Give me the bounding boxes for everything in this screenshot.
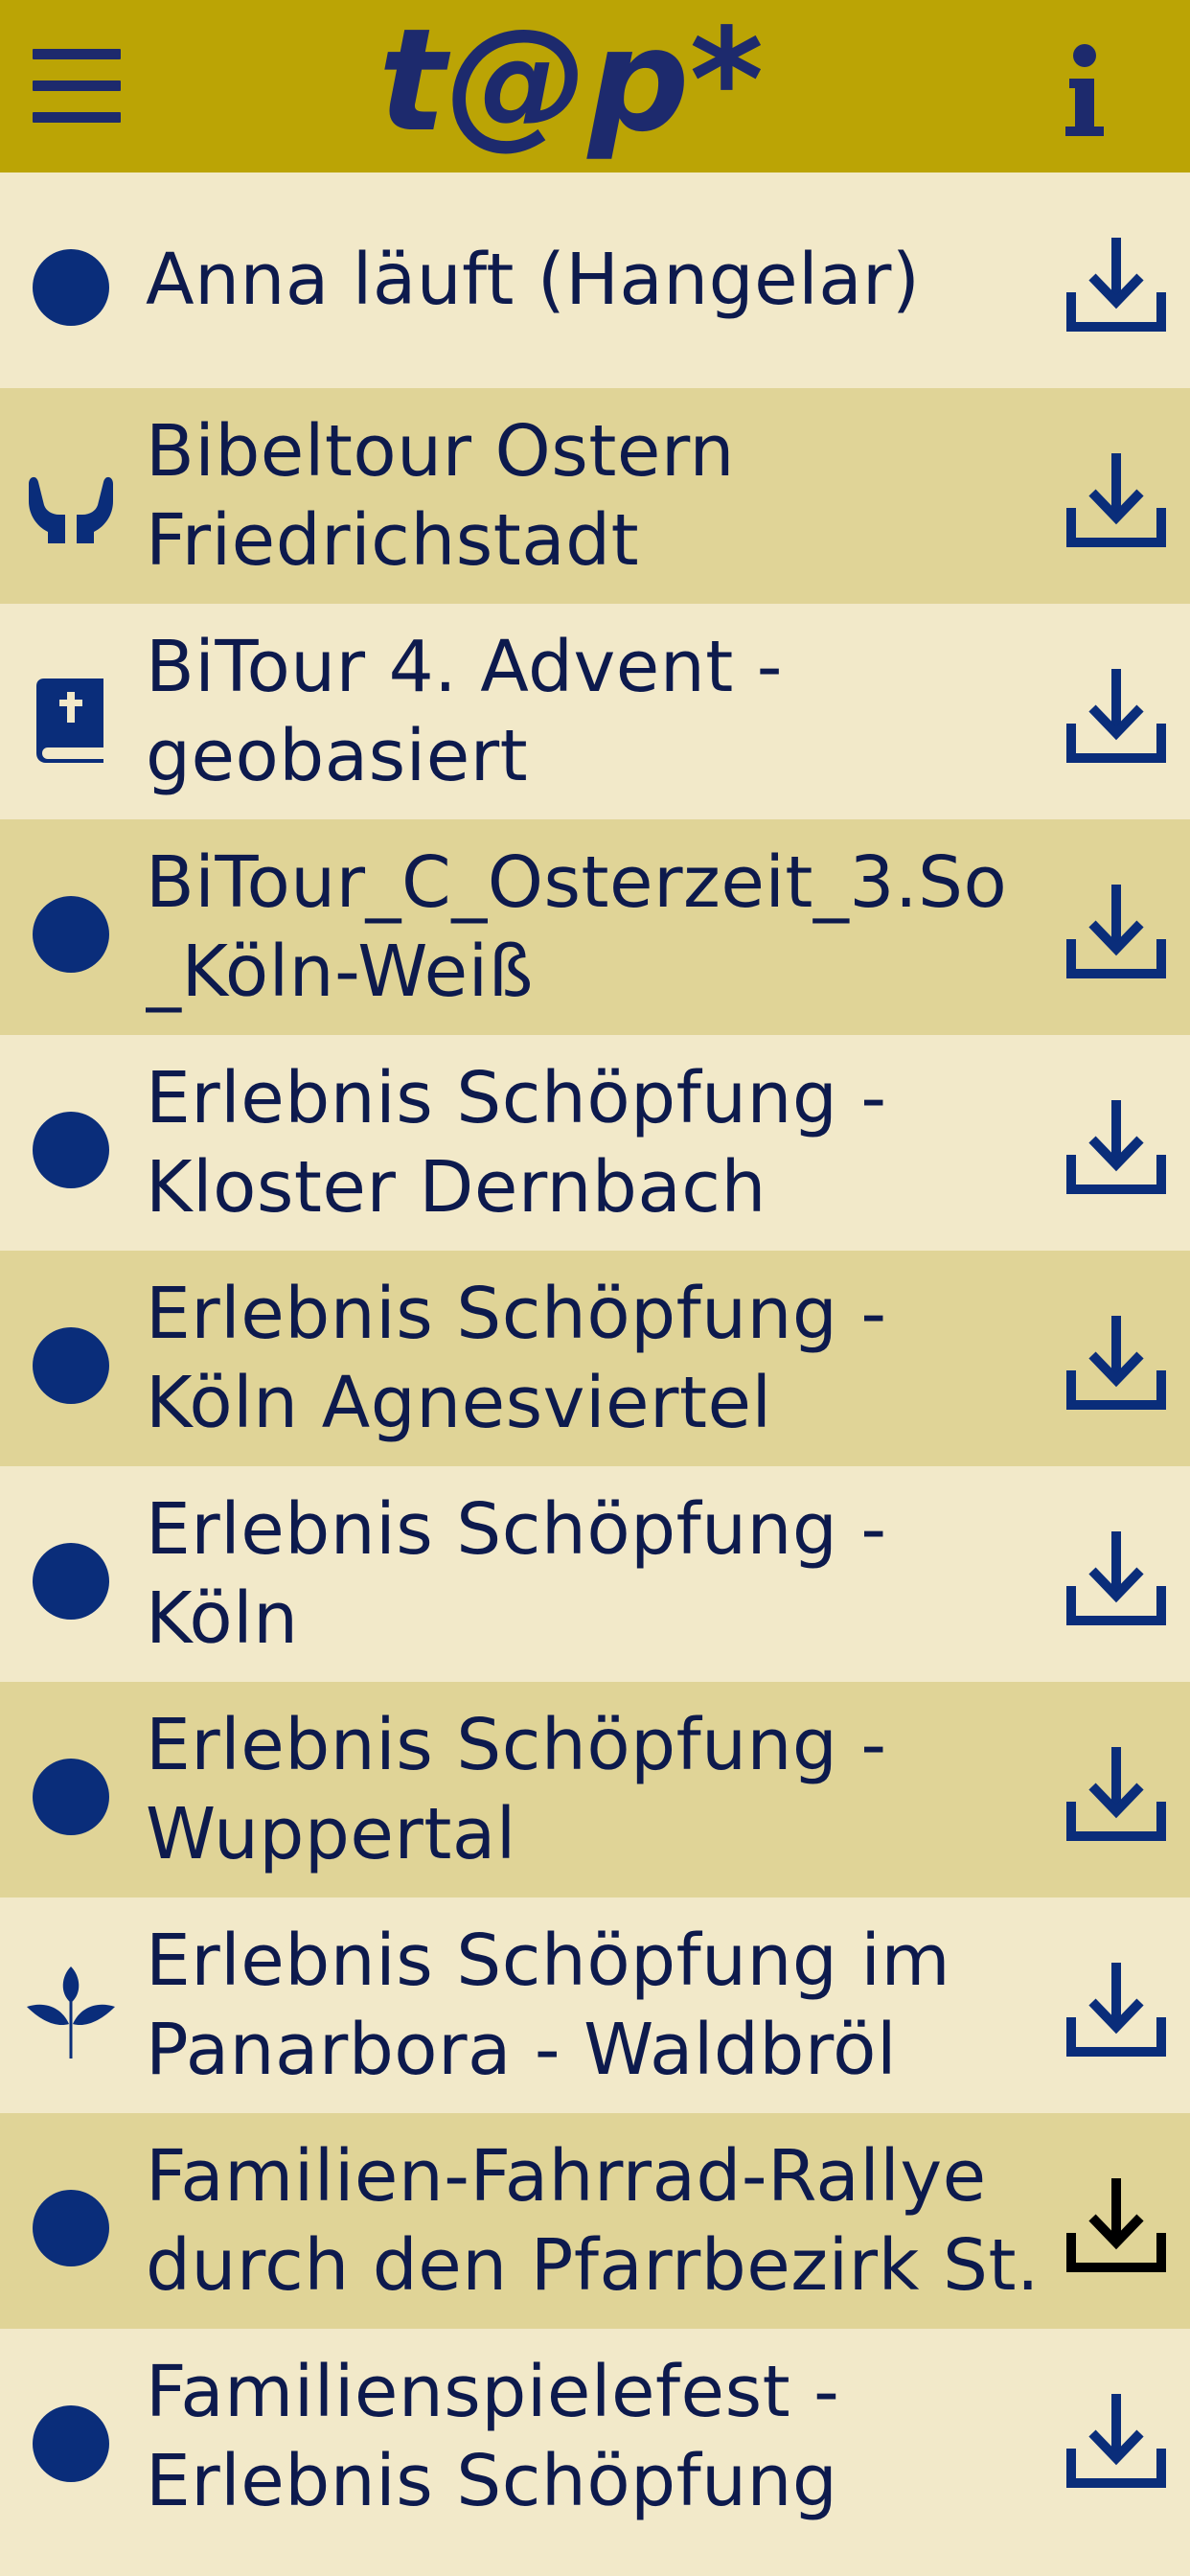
leaf-icon bbox=[23, 1965, 119, 2060]
tour-title: Erlebnis Schöpfung - Köln bbox=[146, 1487, 887, 1660]
dot-icon bbox=[23, 1318, 119, 1414]
tour-list-item[interactable]: Familien-Fahrrad-Rallye durch den Pfarrb… bbox=[0, 2113, 1190, 2329]
hamburger-menu-icon[interactable] bbox=[29, 43, 125, 129]
tour-title: BiTour 4. Advent - geobasiert bbox=[146, 625, 783, 797]
download-icon[interactable] bbox=[1064, 1529, 1169, 1634]
praying-hands-icon bbox=[23, 455, 119, 551]
dot-icon bbox=[23, 886, 119, 982]
download-icon[interactable] bbox=[1064, 1744, 1169, 1850]
tour-title: Erlebnis Schöpfung - Wuppertal bbox=[146, 1703, 887, 1875]
dot-icon bbox=[23, 240, 119, 335]
download-icon[interactable] bbox=[1064, 882, 1169, 987]
dot-icon bbox=[23, 1102, 119, 1198]
tour-title: Erlebnis Schöpfung - Köln Agnesviertel bbox=[146, 1272, 887, 1444]
tour-list-item[interactable]: Erlebnis Schöpfung - Köln bbox=[0, 1466, 1190, 1682]
logo-text: t@p* bbox=[379, 0, 763, 163]
tour-list-item[interactable]: Erlebnis Schöpfung im Panarbora - Waldbr… bbox=[0, 1898, 1190, 2113]
download-icon[interactable] bbox=[1064, 1313, 1169, 1418]
tour-list: Anna läuft (Hangelar) Bibeltour Ostern F… bbox=[0, 172, 1190, 2544]
dot-icon bbox=[23, 2396, 119, 2492]
info-icon[interactable] bbox=[1044, 29, 1121, 144]
download-icon[interactable] bbox=[1064, 235, 1169, 340]
download-icon[interactable] bbox=[1064, 2175, 1169, 2281]
tour-title: Familienspielefest - Erlebnis Schöpfung bbox=[146, 2350, 840, 2522]
tour-list-item[interactable]: Erlebnis Schöpfung - Wuppertal bbox=[0, 1682, 1190, 1898]
app-header: t@p* bbox=[0, 0, 1190, 172]
tour-list-item[interactable]: BiTour 4. Advent - geobasiert bbox=[0, 604, 1190, 819]
tap-logo: t@p* bbox=[379, 0, 763, 163]
tour-list-item[interactable]: Familienspielefest - Erlebnis Schöpfung bbox=[0, 2329, 1190, 2544]
tour-title: Anna läuft (Hangelar) bbox=[146, 239, 921, 321]
tour-list-item[interactable]: BiTour_C_Osterzeit_3.So _Köln-Weiß bbox=[0, 819, 1190, 1035]
download-icon[interactable] bbox=[1064, 1960, 1169, 2065]
dot-icon bbox=[23, 1749, 119, 1845]
tour-list-item[interactable]: Anna läuft (Hangelar) bbox=[0, 172, 1190, 388]
tour-title: Bibeltour Ostern Friedrichstadt bbox=[146, 409, 735, 582]
tour-title: BiTour_C_Osterzeit_3.So _Köln-Weiß bbox=[146, 840, 1008, 1013]
tour-title: Erlebnis Schöpfung - Kloster Dernbach bbox=[146, 1056, 887, 1229]
tour-list-item[interactable]: Erlebnis Schöpfung - Kloster Dernbach bbox=[0, 1035, 1190, 1251]
download-icon[interactable] bbox=[1064, 1097, 1169, 1203]
tour-title: Familien-Fahrrad-Rallye durch den Pfarrb… bbox=[146, 2134, 1040, 2307]
tour-title: Erlebnis Schöpfung im Panarbora - Waldbr… bbox=[146, 1919, 951, 2091]
dot-icon bbox=[23, 2180, 119, 2276]
bible-icon bbox=[23, 671, 119, 767]
tour-list-item[interactable]: Erlebnis Schöpfung - Köln Agnesviertel bbox=[0, 1251, 1190, 1466]
download-icon[interactable] bbox=[1064, 2391, 1169, 2496]
download-icon[interactable] bbox=[1064, 666, 1169, 771]
dot-icon bbox=[23, 1533, 119, 1629]
tour-list-item[interactable]: Bibeltour Ostern Friedrichstadt bbox=[0, 388, 1190, 604]
download-icon[interactable] bbox=[1064, 450, 1169, 556]
